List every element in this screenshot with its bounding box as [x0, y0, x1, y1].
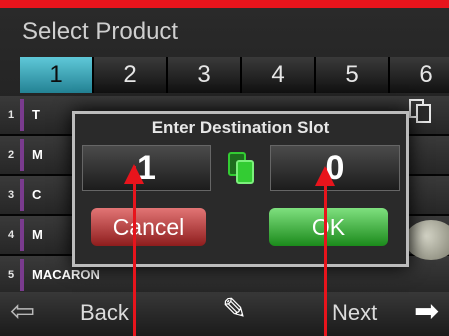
cancel-button[interactable]: Cancel	[91, 208, 206, 246]
row-number: 1	[8, 109, 15, 121]
product-name: M	[32, 227, 43, 242]
tab-3[interactable]: 3	[168, 57, 242, 93]
dialog-title: Enter Destination Slot	[151, 118, 330, 137]
annotation-arrow-right	[324, 168, 327, 336]
back-button[interactable]: Back	[80, 300, 129, 326]
annotation-arrow-left	[133, 166, 136, 336]
row-number: 3	[8, 189, 15, 201]
copy-icon[interactable]	[408, 98, 436, 124]
back-arrow-icon[interactable]: ⇦	[10, 294, 35, 329]
row-stripe	[20, 179, 24, 211]
row-number: 4	[8, 229, 15, 241]
product-name: C	[32, 187, 42, 202]
right-arrow-icon[interactable]: ➡	[414, 294, 439, 329]
source-slot-field[interactable]: 1	[82, 145, 211, 191]
ok-button[interactable]: OK	[269, 208, 388, 246]
bottom-bar: ⇦ Back ✎ Next ➡	[0, 292, 449, 336]
row-number: 2	[8, 149, 15, 161]
red-border	[0, 0, 449, 8]
product-name: M	[32, 147, 43, 162]
tab-1[interactable]: 1	[20, 57, 94, 93]
page-title: Select Product	[22, 18, 179, 45]
row-stripe	[20, 99, 24, 131]
annotation-arrowhead-right	[315, 166, 335, 186]
device-screen: Select Product 1 2 3 4 5 6 1 T 2 M 3 C 4…	[0, 8, 449, 336]
copy-icon[interactable]	[215, 147, 267, 189]
row-stripe	[20, 139, 24, 171]
tab-4[interactable]: 4	[242, 57, 316, 93]
tab-bar: 1 2 3 4 5 6	[20, 57, 449, 93]
tab-5[interactable]: 5	[316, 57, 390, 93]
photo: Select Product 1 2 3 4 5 6 1 T 2 M 3 C 4…	[0, 0, 449, 336]
annotation-arrowhead-left	[124, 164, 144, 184]
row-number: 5	[8, 269, 15, 281]
tab-6[interactable]: 6	[390, 57, 449, 93]
product-name: T	[32, 107, 40, 122]
row-stripe	[20, 259, 24, 291]
knob-reflection	[405, 220, 449, 260]
tab-2[interactable]: 2	[94, 57, 168, 93]
destination-slot-field[interactable]: 0	[270, 145, 400, 191]
row-stripe	[20, 219, 24, 251]
next-button[interactable]: Next	[332, 300, 377, 326]
pencil-icon[interactable]: ✎	[222, 292, 247, 327]
destination-slot-dialog: Enter Destination Slot 1 0 Cancel OK	[72, 111, 409, 267]
